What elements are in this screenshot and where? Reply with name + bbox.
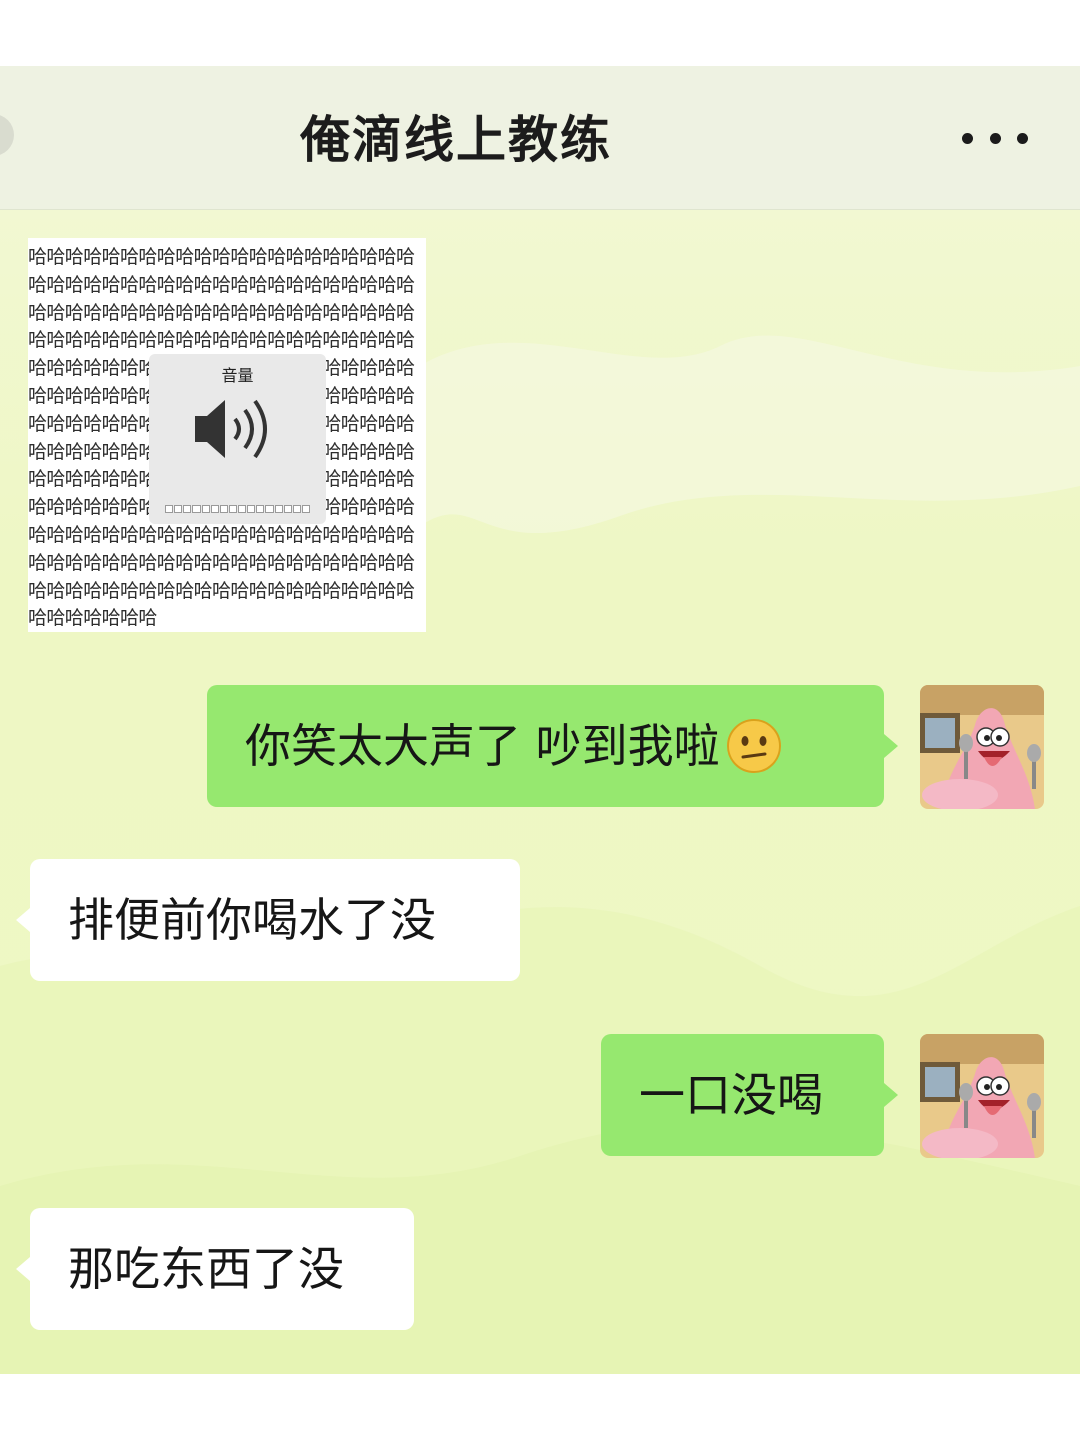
volume-segment (192, 505, 201, 513)
message-bubble-incoming[interactable]: 那吃东西了没 (30, 1208, 414, 1330)
bubble-tail (16, 908, 30, 932)
dot (989, 132, 1001, 144)
bubble-tail (884, 734, 898, 758)
message-text: 那吃东西了没 (68, 1242, 344, 1296)
message-bubble-incoming[interactable]: 排便前你喝水了没 (30, 859, 520, 981)
bottom-blank (0, 1374, 1080, 1440)
volume-segment (274, 505, 283, 513)
volume-segment (238, 505, 247, 513)
speaker-volume-icon (195, 399, 267, 459)
volume-label: 音量 (221, 366, 254, 385)
message-bubble-outgoing[interactable]: 一口没喝 (601, 1034, 884, 1156)
volume-segment (165, 505, 174, 513)
avatar[interactable] (920, 685, 1044, 809)
volume-segment (292, 505, 301, 513)
chat-header: 俺滴线上教练 (0, 66, 1080, 210)
volume-level-bar (165, 505, 310, 513)
message-text: 排便前你喝水了没 (68, 893, 436, 947)
avatar[interactable] (920, 1034, 1044, 1158)
confused-face-emoji (726, 718, 781, 773)
volume-segment (265, 505, 274, 513)
bubble-tail (884, 1083, 898, 1107)
volume-segment (256, 505, 265, 513)
volume-segment (174, 505, 183, 513)
volume-segment (228, 505, 237, 513)
sticker-image-message[interactable]: 哈哈哈哈哈哈哈哈哈哈哈哈哈哈哈哈哈哈哈哈哈哈哈哈哈哈哈哈哈哈哈哈哈哈哈哈哈哈哈哈… (28, 238, 426, 632)
volume-segment (183, 505, 192, 513)
patrick-avatar-image (920, 1034, 1044, 1158)
more-dots-icon[interactable] (962, 126, 1028, 150)
patrick-avatar-image (920, 685, 1044, 809)
volume-hud: 音量 (149, 354, 326, 524)
volume-segment (301, 505, 310, 513)
volume-segment (247, 505, 256, 513)
dot (1017, 132, 1028, 144)
bubble-tail (16, 1257, 30, 1281)
chat-screen: 俺滴线上教练 哈哈哈哈哈哈哈哈哈哈哈哈哈哈哈哈哈哈哈哈哈哈哈哈哈哈哈哈哈哈哈哈哈… (0, 66, 1080, 1374)
volume-segment (201, 505, 210, 513)
chat-title: 俺滴线上教练 (300, 111, 612, 169)
volume-segment (219, 505, 228, 513)
dot (962, 132, 973, 144)
volume-segment (283, 505, 292, 513)
message-text: 一口没喝 (639, 1068, 823, 1122)
volume-segment (210, 505, 219, 513)
message-text: 你笑太大声了 吵到我啦 (245, 719, 720, 773)
back-button[interactable] (0, 114, 14, 156)
message-bubble-outgoing[interactable]: 你笑太大声了 吵到我啦 (207, 685, 884, 807)
